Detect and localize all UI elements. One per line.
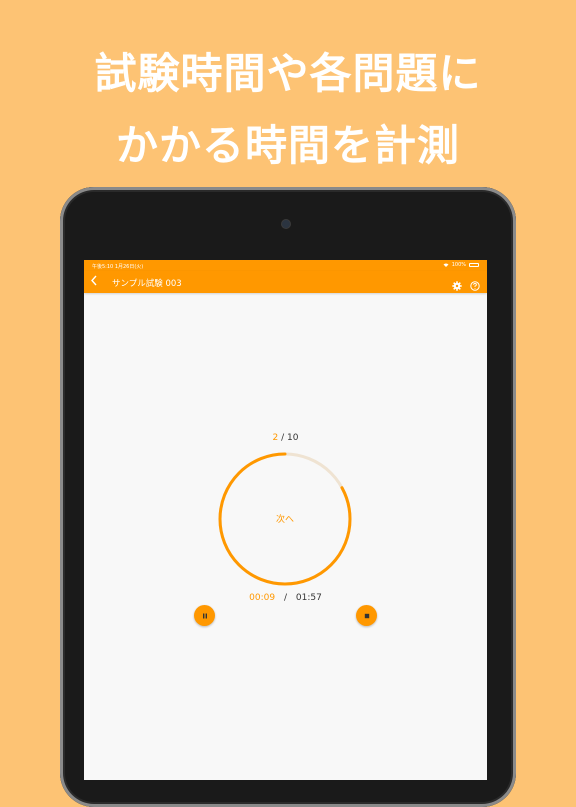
- stop-button[interactable]: [356, 605, 377, 626]
- promo-headline-line2: かかる時間を計測: [115, 121, 460, 170]
- counter-separator: /: [281, 433, 285, 443]
- help-button[interactable]: [470, 276, 480, 295]
- back-button[interactable]: [90, 275, 98, 289]
- settings-button[interactable]: [452, 276, 462, 295]
- page-title: サンプル試験 003: [112, 279, 182, 289]
- battery-percent: 100%: [451, 262, 466, 268]
- total-questions: 10: [287, 433, 299, 443]
- wifi-icon: [443, 263, 449, 267]
- next-button[interactable]: 次へ: [215, 512, 355, 525]
- timer-display: 00:09 / 01:57: [84, 593, 487, 603]
- status-right: 100%: [443, 262, 479, 268]
- chevron-left-icon: [91, 275, 97, 286]
- navigation-bar: サンプル試験 003: [84, 271, 487, 293]
- app-screen: 午後5:10 1月26日(火) 100% サンプル試験 003 2 / 10 次…: [84, 260, 487, 780]
- battery-icon: [469, 263, 479, 267]
- promo-headline-line1: 試験時間や各問題に: [94, 49, 482, 98]
- gear-icon: [452, 281, 462, 291]
- elapsed-time: 00:09: [249, 593, 276, 603]
- timer-separator: /: [283, 593, 288, 603]
- current-question: 2: [272, 433, 279, 443]
- total-time: 01:57: [295, 593, 322, 603]
- question-circle-icon: [470, 281, 480, 291]
- status-time: 午後5:10 1月26日(火): [92, 264, 144, 270]
- stop-icon: [364, 613, 369, 618]
- pause-button[interactable]: [194, 605, 215, 626]
- question-counter: 2 / 10: [84, 433, 487, 443]
- tablet-device-frame: 午後5:10 1月26日(火) 100% サンプル試験 003 2 / 10 次…: [60, 187, 516, 807]
- pause-icon: [202, 613, 207, 618]
- status-bar: 午後5:10 1月26日(火) 100%: [84, 260, 487, 271]
- front-camera: [282, 220, 290, 228]
